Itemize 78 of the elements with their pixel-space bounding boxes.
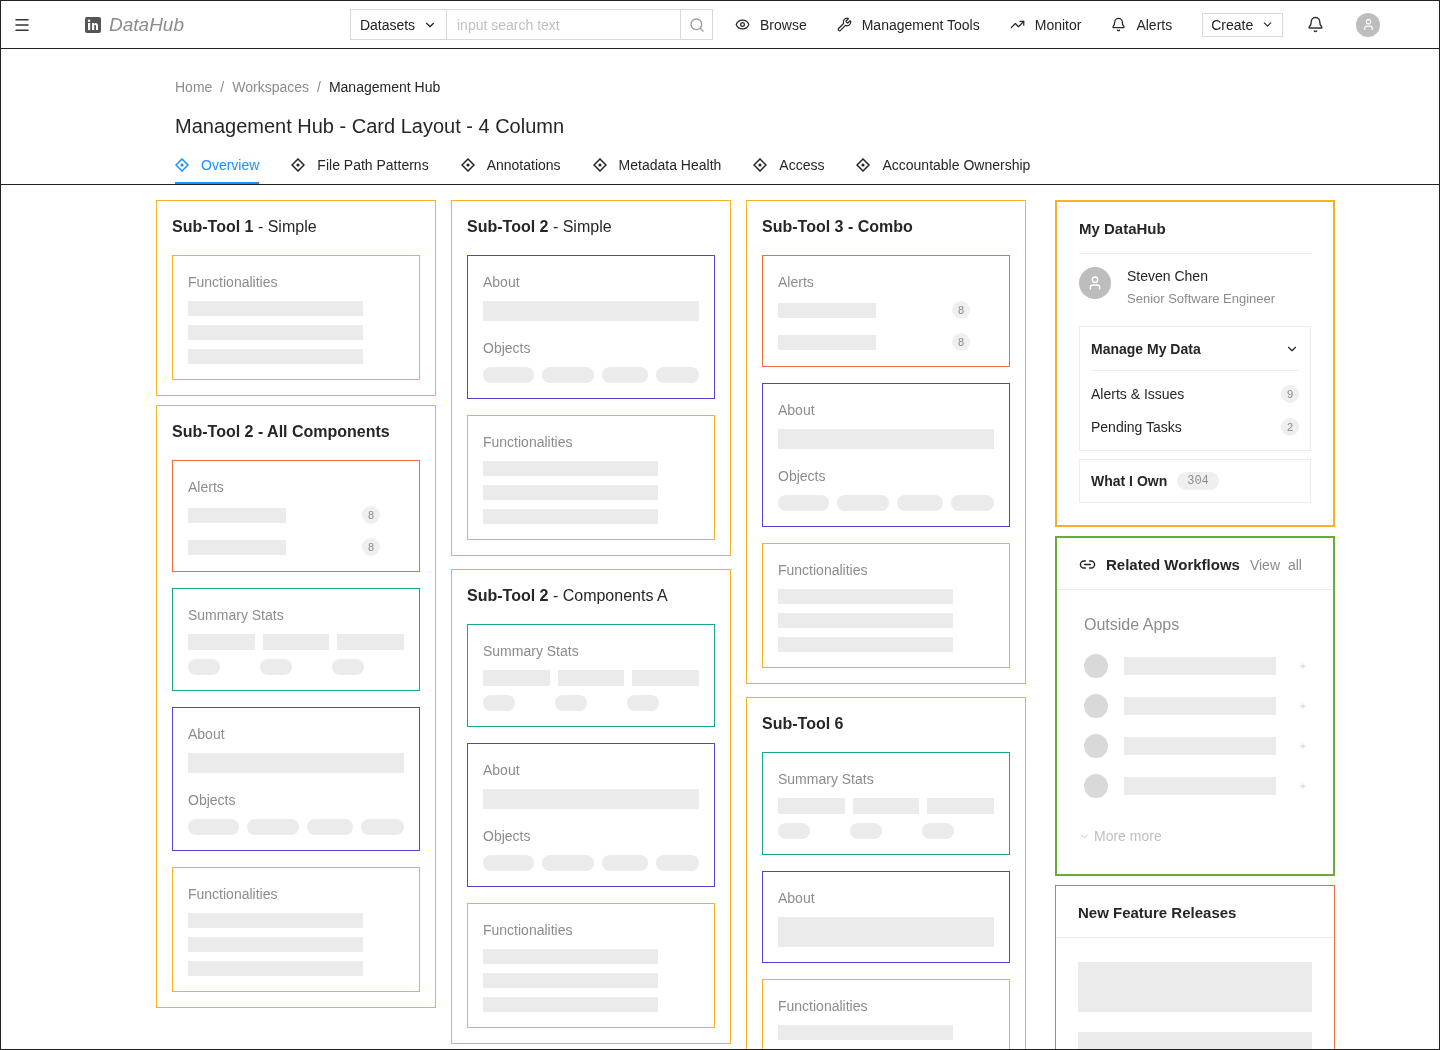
widget-label: Functionalities bbox=[483, 921, 574, 939]
count-badge: 8 bbox=[952, 333, 970, 351]
section-label: Outside Apps bbox=[1083, 615, 1181, 635]
avatar-icon[interactable] bbox=[1356, 12, 1381, 37]
widget-label: About bbox=[483, 273, 521, 291]
diamond-icon bbox=[753, 158, 768, 172]
what-i-own-link[interactable]: What I Own 304 bbox=[1079, 459, 1311, 503]
card-title: Related Workflows bbox=[1106, 556, 1240, 573]
card-title: Sub-Tool 2 - Simple bbox=[467, 217, 613, 237]
logo-icon bbox=[85, 16, 101, 33]
tab[interactable]: Access bbox=[753, 157, 825, 184]
diamond-icon bbox=[592, 158, 607, 172]
view-all-link[interactable]: View all bbox=[1249, 556, 1302, 573]
nav-link[interactable]: Alerts bbox=[1107, 12, 1177, 37]
notifications-button[interactable] bbox=[1307, 16, 1325, 33]
tab[interactable]: File Path Patterns bbox=[291, 157, 429, 184]
card-title: My DataHub bbox=[1079, 220, 1166, 237]
widget-label: Objects bbox=[483, 827, 532, 845]
card-title: Sub-Tool 2 - All Components bbox=[172, 422, 391, 442]
card-title: Sub-Tool 2 - Components A bbox=[467, 586, 669, 606]
card-title: Sub-Tool 3 - Combo bbox=[762, 217, 914, 237]
breadcrumb-link[interactable]: Workspaces bbox=[232, 79, 310, 95]
app-placeholder-icon bbox=[1084, 734, 1108, 758]
widget-label: Functionalities bbox=[778, 561, 869, 579]
diamond-icon bbox=[460, 158, 475, 172]
widget-label: About bbox=[778, 401, 816, 419]
user-role: Senior Software Engineer bbox=[1127, 291, 1276, 306]
widget-label: Functionalities bbox=[188, 273, 279, 291]
breadcrumb-separator: / bbox=[220, 79, 225, 95]
diamond-icon bbox=[856, 158, 871, 172]
search-field[interactable]: input search text bbox=[447, 9, 681, 40]
widget-label: About bbox=[778, 889, 816, 907]
widget-label: About bbox=[188, 725, 226, 743]
manage-item[interactable]: Alerts & Issues 9 bbox=[1091, 371, 1299, 411]
eye-icon bbox=[735, 17, 750, 32]
widget-label: Alerts bbox=[188, 478, 225, 496]
widget-label: Functionalities bbox=[188, 885, 279, 903]
widget-label: Summary Stats bbox=[188, 606, 285, 624]
avatar-icon bbox=[1079, 267, 1111, 299]
manage-data-toggle[interactable]: Manage My Data bbox=[1091, 327, 1299, 371]
manage-item[interactable]: Pending Tasks 2 bbox=[1091, 411, 1299, 444]
scope-dropdown[interactable]: Datasets bbox=[350, 9, 447, 40]
nav-link[interactable]: Management Tools bbox=[832, 12, 984, 37]
app-placeholder-icon bbox=[1084, 774, 1108, 798]
tab[interactable]: Metadata Health bbox=[592, 157, 722, 184]
tab[interactable]: Accountable Ownership bbox=[856, 157, 1031, 184]
search-icon bbox=[688, 16, 705, 33]
widget-label: Functionalities bbox=[483, 433, 574, 451]
card-title: New Feature Releases bbox=[1078, 904, 1237, 921]
nav-link[interactable]: Monitor bbox=[1005, 12, 1086, 37]
widget-label: Objects bbox=[483, 339, 532, 357]
widget-label: Summary Stats bbox=[483, 642, 580, 660]
diamond-icon bbox=[291, 158, 306, 172]
logo-text: DataHub bbox=[109, 13, 184, 36]
wrench-icon bbox=[836, 17, 852, 32]
widget-label: Summary Stats bbox=[778, 770, 875, 788]
count-badge: 8 bbox=[952, 301, 970, 319]
page-title: Management Hub - Card Layout - 4 Column bbox=[175, 115, 566, 138]
user-name: Steven Chen bbox=[1127, 268, 1209, 284]
widget-label: Objects bbox=[188, 791, 237, 809]
breadcrumb-separator: / bbox=[317, 79, 321, 95]
app-placeholder-icon bbox=[1084, 694, 1108, 718]
widget-label: Objects bbox=[778, 467, 827, 485]
widget-label: About bbox=[483, 761, 521, 779]
card-title: Sub-Tool 1 - Simple bbox=[172, 217, 318, 237]
diamond-icon bbox=[175, 158, 189, 172]
search-button[interactable] bbox=[681, 9, 713, 40]
nav-link[interactable]: Browse bbox=[731, 12, 811, 37]
create-button[interactable]: Create bbox=[1202, 12, 1284, 37]
bell-icon bbox=[1111, 17, 1127, 32]
widget-label: Functionalities bbox=[778, 997, 869, 1015]
widget-label: Alerts bbox=[778, 273, 815, 291]
count-badge: 8 bbox=[362, 538, 380, 556]
breadcrumb-link[interactable]: Management Hub bbox=[328, 79, 441, 95]
app-placeholder-icon bbox=[1084, 654, 1108, 678]
card-title: Sub-Tool 6 bbox=[762, 714, 845, 734]
tab[interactable]: Annotations bbox=[460, 157, 561, 184]
count-badge: 8 bbox=[362, 506, 380, 524]
